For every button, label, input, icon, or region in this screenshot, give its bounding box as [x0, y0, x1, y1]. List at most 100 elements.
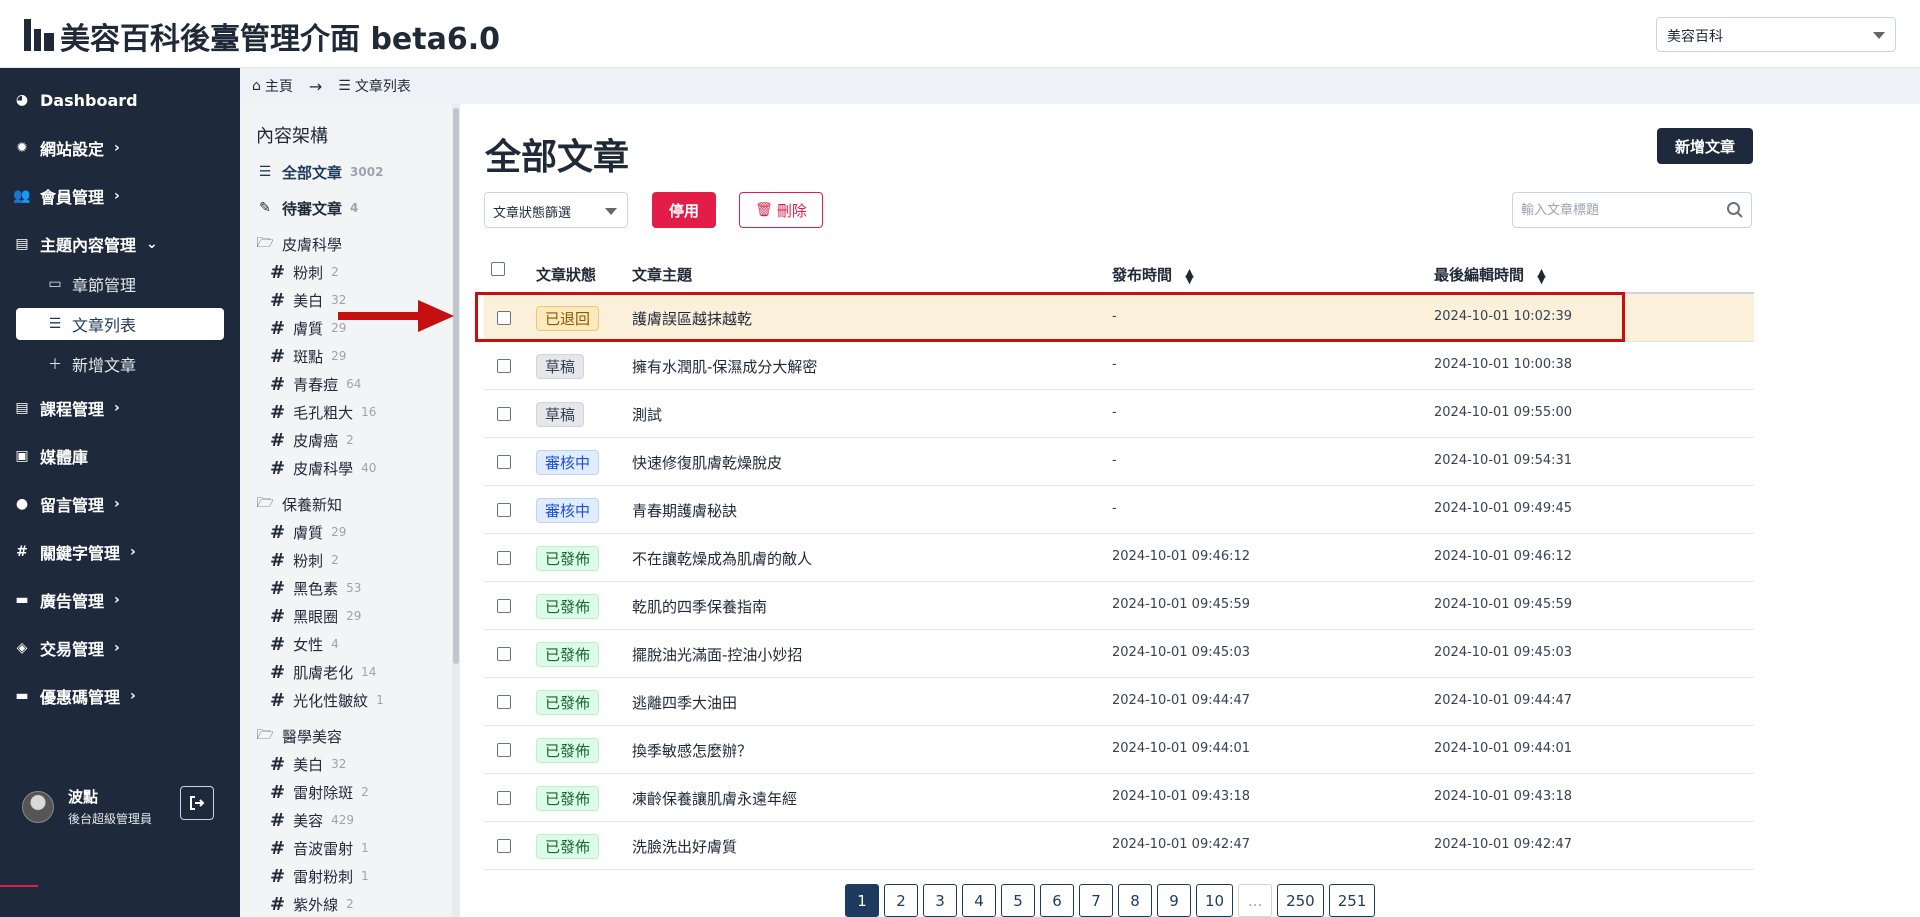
row-checkbox[interactable] — [497, 455, 511, 469]
page-button[interactable]: 5 — [1001, 884, 1035, 917]
tag-group-skin-science[interactable]: 🗁 皮膚科學 — [256, 231, 342, 257]
row-checkbox[interactable] — [497, 599, 511, 613]
sidebar-item-transactions[interactable]: ◈ 交易管理 › — [14, 630, 120, 666]
article-title-link[interactable]: 逃離四季大油田 — [632, 692, 737, 713]
table-row[interactable]: 已發佈 換季敏感怎麼辦？ 2024-10-01 09:44:01 2024-10-01… — [484, 726, 1754, 774]
sidebar-item-keywords[interactable]: # 關鍵字管理 › — [14, 534, 136, 570]
select-all-checkbox[interactable] — [491, 262, 505, 276]
sidebar-item-members[interactable]: 👥 會員管理 › — [13, 178, 120, 214]
tag-item[interactable]: # 皮膚癌 2 — [270, 427, 354, 453]
tag-group-skincare-news[interactable]: 🗁 保養新知 — [256, 491, 342, 517]
article-title-link[interactable]: 不在讓乾燥成為肌膚的敵人 — [632, 548, 812, 569]
article-title-link[interactable]: 乾肌的四季保養指南 — [632, 596, 767, 617]
new-article-button[interactable]: 新增文章 — [1657, 128, 1753, 164]
tag-item[interactable]: # 黑眼圈 29 — [270, 603, 361, 629]
tag-item[interactable]: # 黑色素 53 — [270, 575, 361, 601]
tag-item[interactable]: # 女性 4 — [270, 631, 339, 657]
search-input[interactable] — [1512, 192, 1752, 228]
status-filter-select[interactable]: 文章狀態篩選 — [484, 192, 628, 228]
tag-item[interactable]: # 美白 32 — [270, 287, 346, 313]
tag-item[interactable]: # 紫外線 2 — [270, 891, 354, 917]
sidebar-item-media[interactable]: ▣ 媒體庫 — [14, 438, 88, 474]
tag-item[interactable]: # 膚質 29 — [270, 519, 346, 545]
column-published[interactable]: 發布時間 ▲ ▼ — [1112, 264, 1194, 285]
logout-button[interactable] — [180, 786, 214, 820]
site-selector[interactable]: 美容百科 — [1656, 17, 1896, 52]
page-button[interactable]: 3 — [923, 884, 957, 917]
tag-item[interactable]: # 肌膚老化 14 — [270, 659, 376, 685]
tag-all-articles[interactable]: ☰ 全部文章 3002 — [256, 159, 384, 185]
breadcrumb-home[interactable]: 主頁 — [265, 76, 293, 96]
page-button[interactable]: 4 — [962, 884, 996, 917]
row-checkbox[interactable] — [497, 407, 511, 421]
sidebar-item-comments[interactable]: ● 留言管理 › — [14, 486, 120, 522]
row-checkbox[interactable] — [497, 695, 511, 709]
sort-icon[interactable]: ▲ ▼ — [1185, 267, 1193, 285]
table-row[interactable]: 草稿 測試 - 2024-10-01 09:55:00 — [484, 390, 1754, 438]
tag-item[interactable]: # 美白 32 — [270, 751, 346, 777]
table-row[interactable]: 審核中 青春期護膚秘訣 - 2024-10-01 09:49:45 — [484, 486, 1754, 534]
scrollbar-thumb[interactable] — [453, 108, 459, 664]
tag-item[interactable]: # 粉刺 2 — [270, 259, 339, 285]
sidebar-subitem-article-list[interactable]: ☰ 文章列表 — [16, 308, 224, 340]
tag-item[interactable]: # 粉刺 2 — [270, 547, 339, 573]
article-title-link[interactable]: 青春期護膚秘訣 — [632, 500, 737, 521]
sidebar-item-site-settings[interactable]: ✹ 網站設定 › — [14, 130, 120, 166]
article-title-link[interactable]: 擁有水潤肌-保濕成分大解密 — [632, 356, 817, 377]
sidebar-subitem-new-article[interactable]: ＋ 新增文章 — [16, 348, 224, 380]
tag-item[interactable]: # 雷射粉刺 1 — [270, 863, 369, 889]
table-row[interactable]: 已發佈 洗臉洗出好膚質 2024-10-01 09:42:47 2024-10-01 … — [484, 822, 1754, 870]
page-button[interactable]: 251 — [1328, 884, 1376, 917]
page-button[interactable]: 250 — [1277, 884, 1324, 917]
sidebar-item-content[interactable]: ▤ 主題內容管理 ⌄ — [14, 226, 157, 262]
sidebar-item-coupons[interactable]: ▬ 優惠碼管理 › — [14, 678, 135, 714]
tag-item[interactable]: # 光化性皺紋 1 — [270, 687, 384, 713]
search-icon[interactable] — [1726, 201, 1744, 219]
page-button[interactable]: 7 — [1079, 884, 1113, 917]
sidebar-item-ads[interactable]: ▬ 廣告管理 › — [14, 582, 119, 618]
row-checkbox[interactable] — [497, 743, 511, 757]
tag-item[interactable]: # 音波雷射 1 — [270, 835, 369, 861]
tag-item[interactable]: # 雷射除斑 2 — [270, 779, 369, 805]
tag-item[interactable]: # 毛孔粗大 16 — [270, 399, 376, 425]
row-checkbox[interactable] — [497, 503, 511, 517]
tag-pending-articles[interactable]: ✎ 待審文章 4 — [256, 195, 358, 221]
panel-scrollbar[interactable] — [452, 104, 460, 917]
disable-button[interactable]: 停用 — [652, 192, 716, 228]
table-row[interactable]: 已發佈 凍齡保養讓肌膚永遠年經 2024-10-01 09:43:18 2024-10… — [484, 774, 1754, 822]
page-button[interactable]: 6 — [1040, 884, 1074, 917]
page-button[interactable]: 1 — [845, 884, 879, 917]
table-row[interactable]: 已發佈 不在讓乾燥成為肌膚的敵人 2024-10-01 09:46:12 2024-1… — [484, 534, 1754, 582]
table-row[interactable]: 審核中 快速修復肌膚乾燥脫皮 - 2024-10-01 09:54:31 — [484, 438, 1754, 486]
row-checkbox[interactable] — [497, 359, 511, 373]
page-button[interactable]: 2 — [884, 884, 918, 917]
tag-item[interactable]: # 斑點 29 — [270, 343, 346, 369]
sidebar-subitem-chapters[interactable]: ▭ 章節管理 — [16, 268, 224, 300]
row-checkbox[interactable] — [497, 551, 511, 565]
delete-button[interactable]: 🗑 刪除 — [739, 192, 823, 228]
table-row[interactable]: 已發佈 逃離四季大油田 2024-10-01 09:44:47 2024-10-01 … — [484, 678, 1754, 726]
article-title-link[interactable]: 洗臉洗出好膚質 — [632, 836, 737, 857]
page-button[interactable]: 9 — [1157, 884, 1191, 917]
tag-item[interactable]: # 青春痘 64 — [270, 371, 361, 397]
sidebar-item-dashboard[interactable]: ◕ Dashboard — [14, 82, 138, 118]
row-checkbox[interactable] — [497, 839, 511, 853]
table-row[interactable]: 草稿 擁有水潤肌-保濕成分大解密 - 2024-10-01 10:00:38 — [484, 342, 1754, 390]
page-button[interactable]: 8 — [1118, 884, 1152, 917]
sidebar-item-courses[interactable]: ▤ 課程管理 › — [14, 390, 119, 426]
article-title-link[interactable]: 凍齡保養讓肌膚永遠年經 — [632, 788, 797, 809]
column-edited[interactable]: 最後編輯時間 ▲ ▼ — [1434, 264, 1546, 285]
tag-item[interactable]: # 皮膚科學 40 — [270, 455, 376, 481]
row-checkbox[interactable] — [497, 791, 511, 805]
tag-item[interactable]: # 膚質 29 — [270, 315, 346, 341]
article-title-link[interactable]: 快速修復肌膚乾燥脫皮 — [632, 452, 782, 473]
sort-icon[interactable]: ▲ ▼ — [1537, 267, 1545, 285]
article-title-link[interactable]: 測試 — [632, 404, 662, 425]
tag-item[interactable]: # 美容 429 — [270, 807, 354, 833]
row-checkbox[interactable] — [497, 647, 511, 661]
page-button[interactable]: 10 — [1196, 884, 1234, 917]
table-row[interactable]: 已發佈 擺脫油光滿面-控油小妙招 2024-10-01 09:45:03 2024-1… — [484, 630, 1754, 678]
article-title-link[interactable]: 換季敏感怎麼辦？ — [632, 740, 752, 761]
table-row[interactable]: 已發佈 乾肌的四季保養指南 2024-10-01 09:45:59 2024-10-0… — [484, 582, 1754, 630]
article-title-link[interactable]: 擺脫油光滿面-控油小妙招 — [632, 644, 802, 665]
